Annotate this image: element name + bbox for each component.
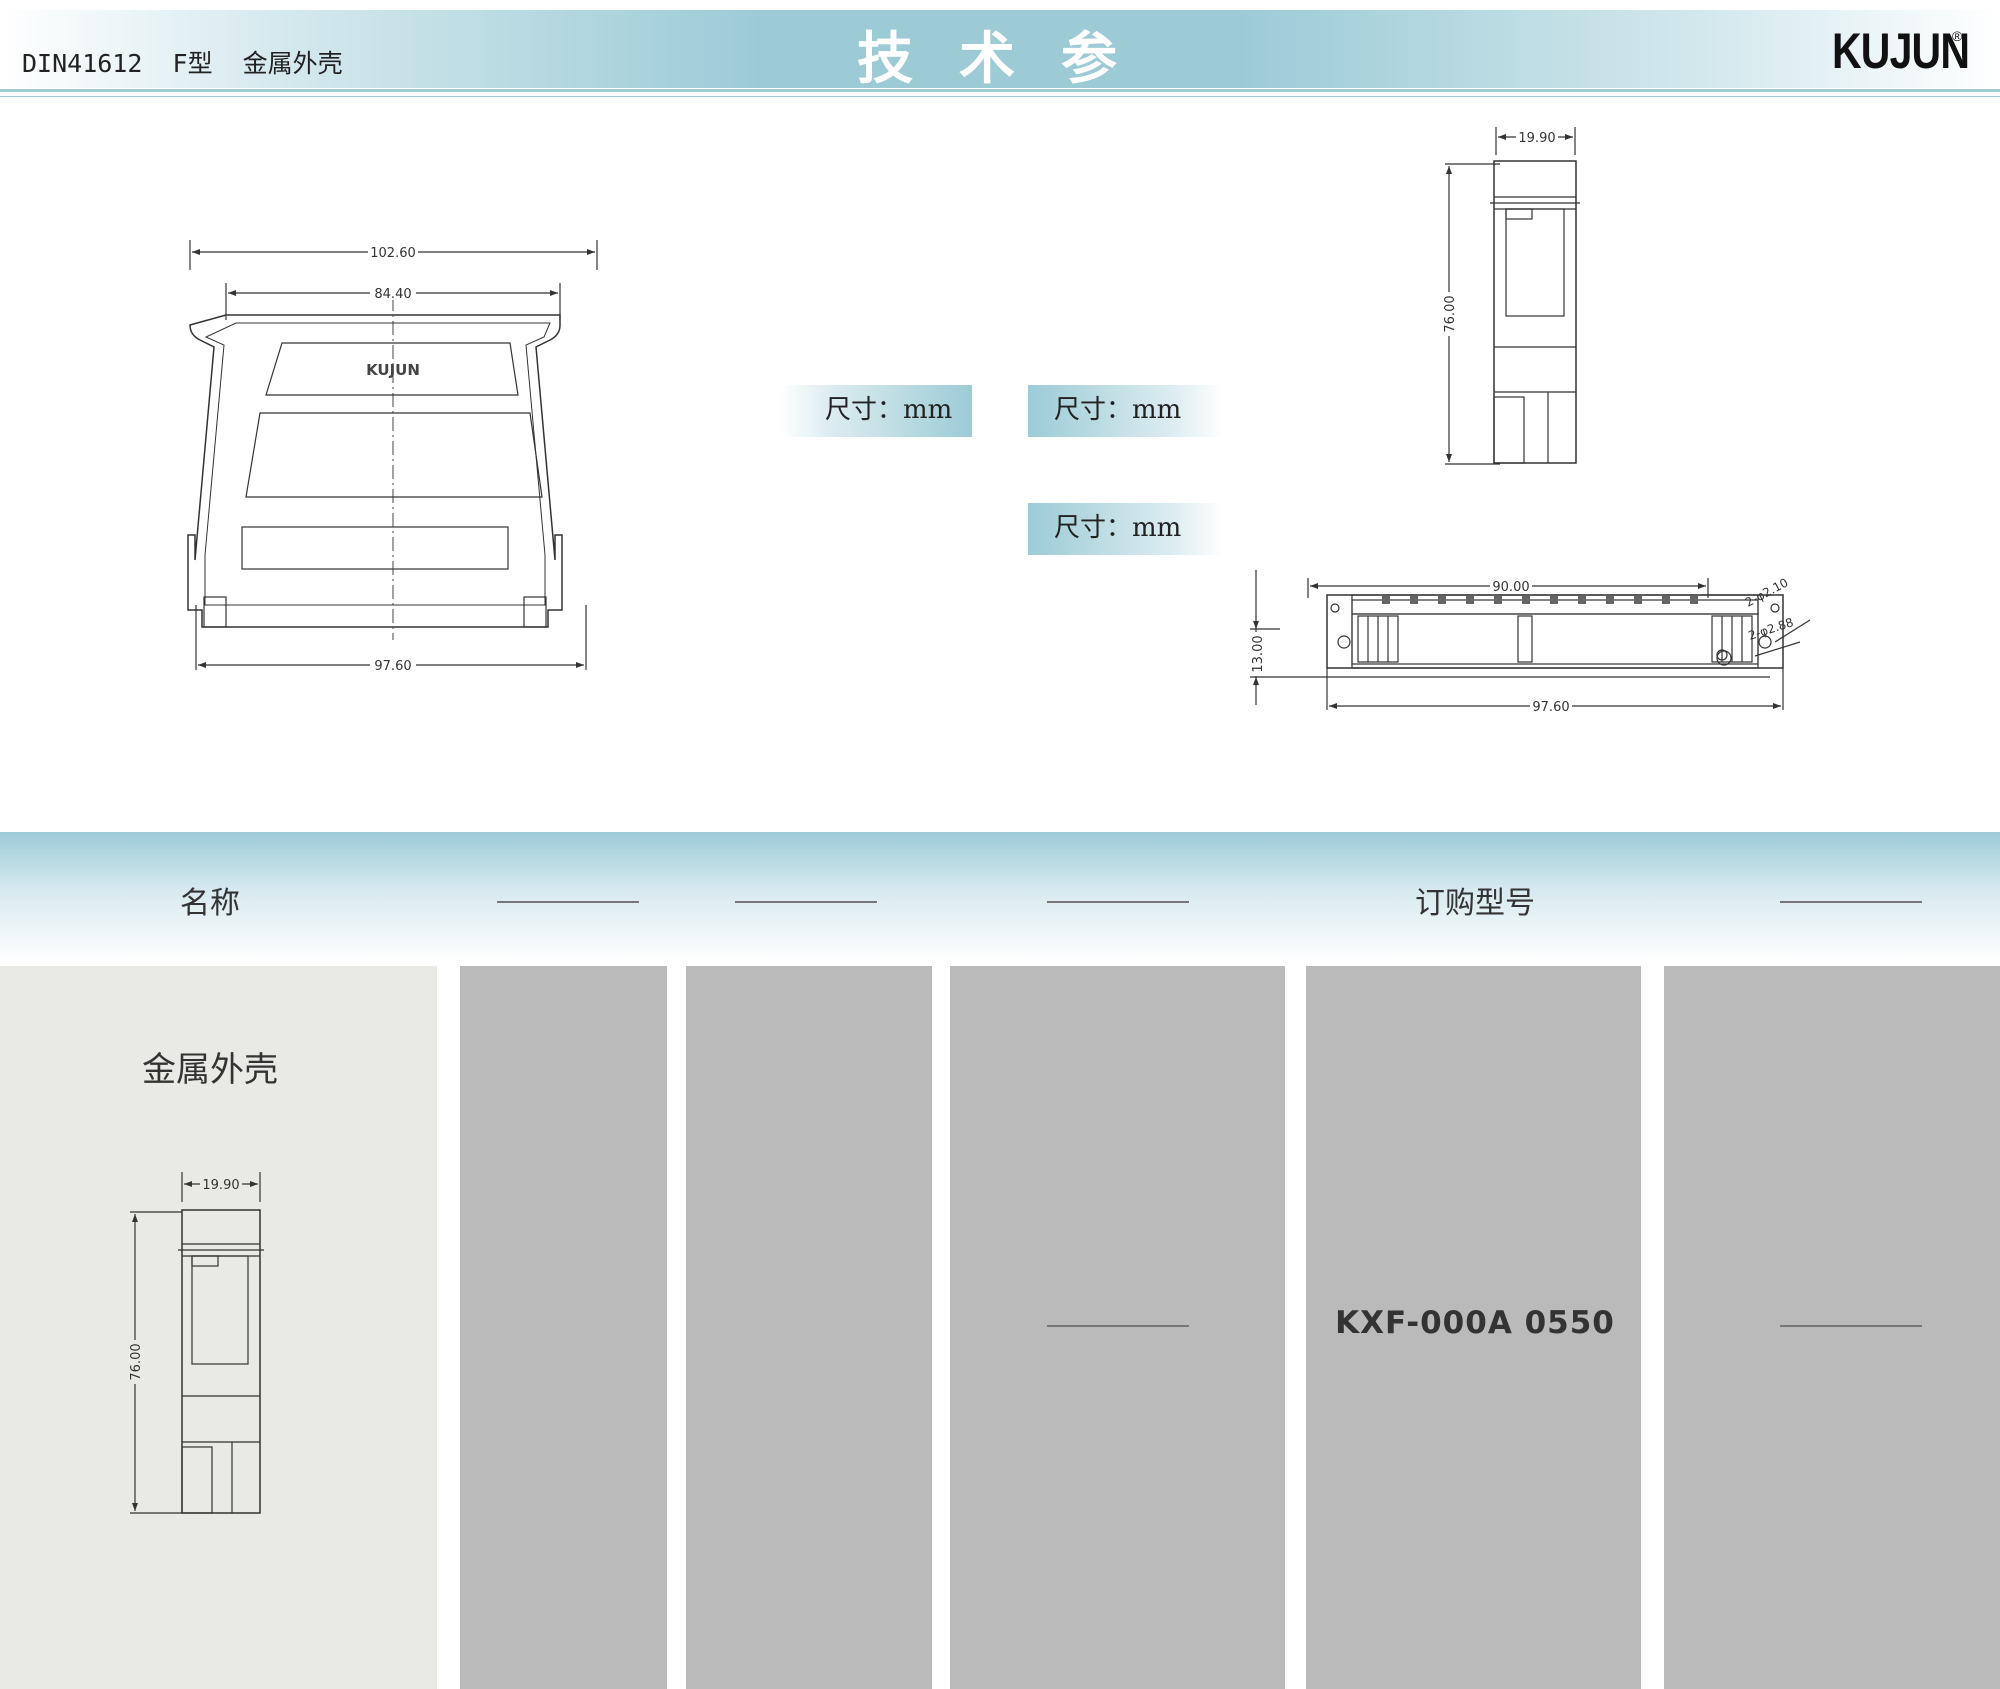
column-header-name: 名称 — [180, 886, 240, 921]
table-header — [0, 832, 2000, 962]
housing-logo: KUJUN — [366, 361, 420, 379]
dim-97-60: 97.60 — [374, 659, 411, 674]
brand-logo: KUJUN — [1832, 23, 1970, 79]
dim-102-60: 102.60 — [370, 246, 416, 261]
table-cell — [1664, 966, 2000, 1689]
unit-label-bottom: 尺寸：mm — [1028, 503, 1223, 555]
product-name: 金属外壳 — [142, 1050, 278, 1090]
table-cell — [460, 966, 667, 1689]
bottom-view-drawing: 90.00 13.00 97.60 2-φ2.10 2-φ2.88 — [1250, 570, 1811, 715]
cell-placeholder — [1780, 1325, 1922, 1327]
column-header-model: 订购型号 — [1415, 886, 1535, 921]
table-cell — [950, 966, 1285, 1689]
dim-76-00: 76.00 — [1443, 295, 1458, 332]
side-view-drawing: 19.90 76.00 — [1441, 127, 1580, 465]
front-view-drawing: 102.60 84.40 97.60 KUJUN — [187, 240, 598, 674]
page-title: 技术参数 — [857, 27, 1163, 173]
column-header-placeholder — [735, 901, 877, 903]
column-header-placeholder — [1780, 901, 1922, 903]
order-model-number: KXF-000A 0550 — [1335, 1305, 1615, 1341]
column-header-placeholder — [497, 901, 639, 903]
product-subtitle: DIN41612 F型 金属外壳 — [22, 49, 343, 78]
unit-label-side: 尺寸：mm — [1028, 385, 1223, 437]
dim-19-90: 19.90 — [1518, 131, 1555, 146]
dim-97-60-bottom: 97.60 — [1532, 700, 1569, 715]
hole-spec-large: 2-φ2.88 — [1747, 615, 1796, 643]
registered-mark: ® — [1952, 28, 1963, 44]
product-thumbnail-drawing: 19.90 76.00 — [127, 1172, 264, 1514]
thumb-dim-height: 76.00 — [129, 1343, 144, 1380]
table-cell — [686, 966, 932, 1689]
cell-placeholder — [1047, 1325, 1189, 1327]
dim-90-00: 90.00 — [1492, 580, 1529, 595]
dim-84-40: 84.40 — [374, 287, 411, 302]
column-header-placeholder — [1047, 901, 1189, 903]
dim-13-00: 13.00 — [1251, 635, 1266, 672]
unit-label-front: 尺寸：mm — [780, 385, 972, 437]
thumb-dim-width: 19.90 — [202, 1178, 239, 1193]
